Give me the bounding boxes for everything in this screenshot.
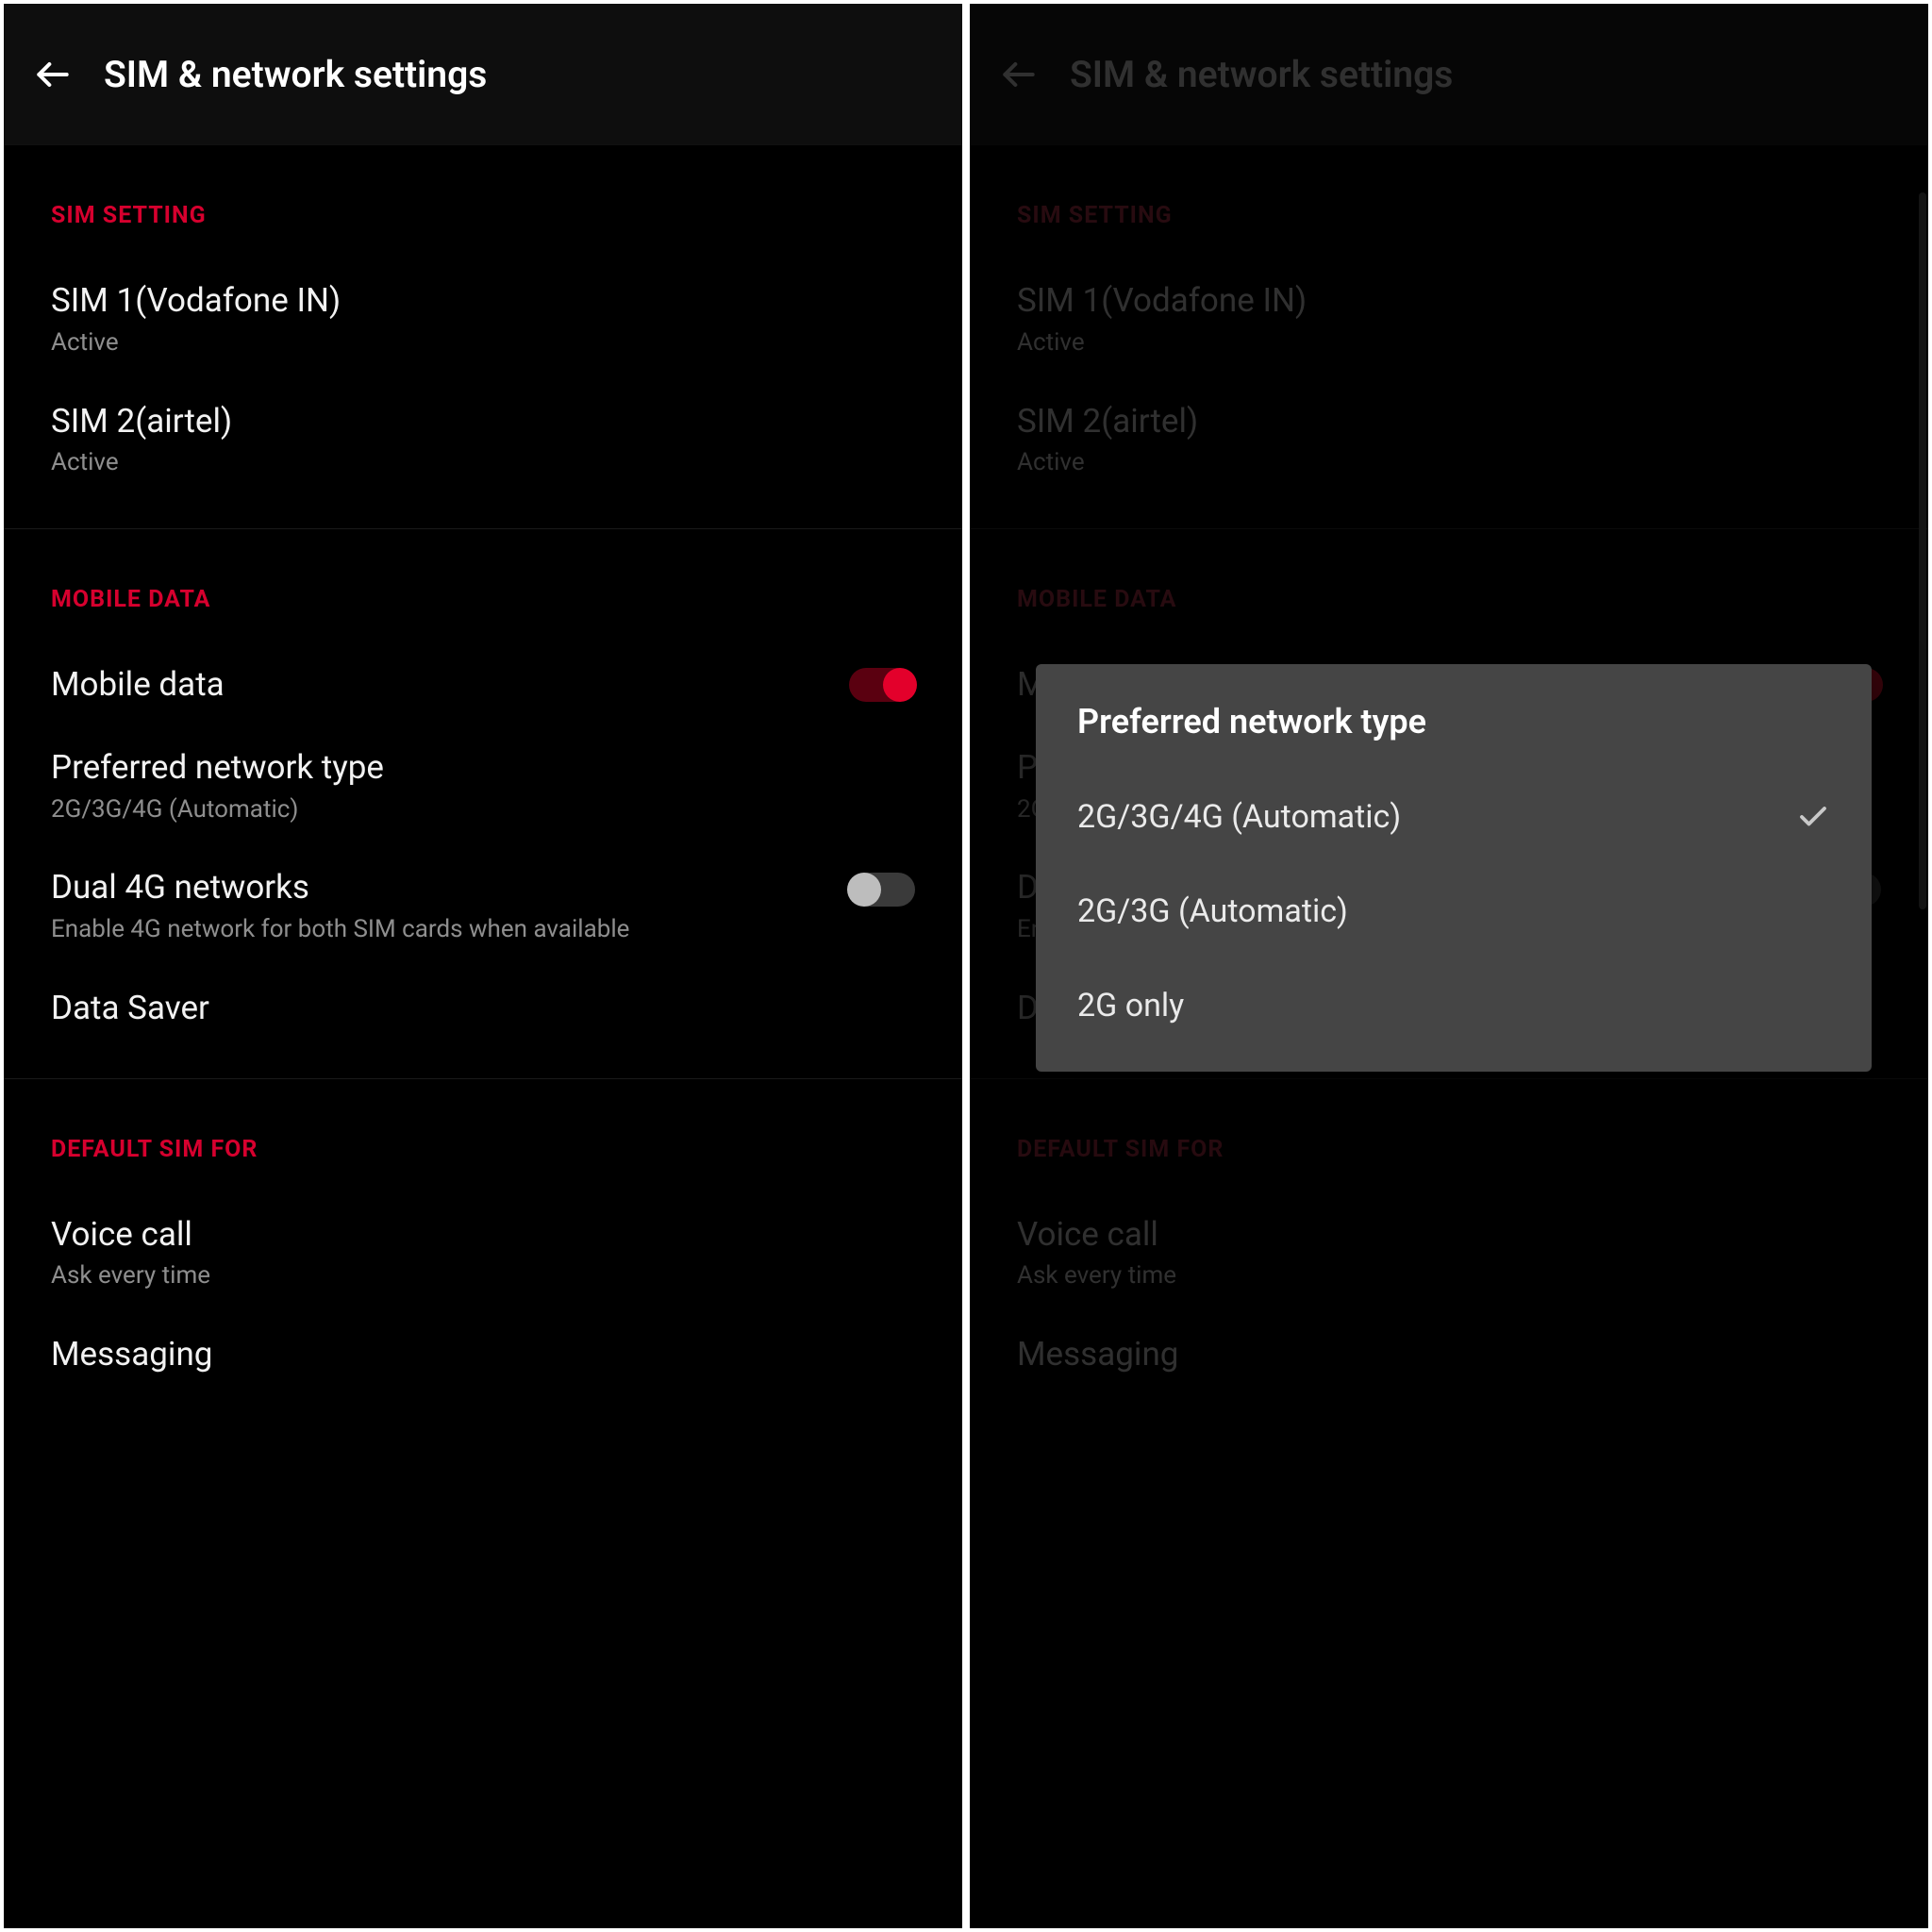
section-mobile-data: MOBILE DATA Mobile data Preferred networ… — [4, 529, 962, 1079]
back-icon[interactable] — [32, 54, 74, 95]
section-header-default: DEFAULT SIM FOR — [4, 1079, 962, 1193]
section-default-sim: DEFAULT SIM FOR Voice call Ask every tim… — [4, 1079, 962, 1396]
sim2-title: SIM 2(airtel) — [51, 401, 896, 442]
preferred-network-row[interactable]: Preferred network type 2G/3G/4G (Automat… — [4, 726, 962, 847]
section-header-sim: SIM SETTING — [4, 145, 962, 259]
voice-call-title: Voice call — [51, 1214, 896, 1256]
dual-4g-desc: Enable 4G network for both SIM cards whe… — [51, 914, 830, 946]
mobile-data-title: Mobile data — [51, 664, 830, 706]
dual-4g-row[interactable]: Dual 4G networks Enable 4G network for b… — [4, 846, 962, 967]
screen-left: SIM & network settings SIM SETTING SIM 1… — [0, 0, 966, 1932]
screen-right: SIM & network settings SIM SETTING SIM 1… — [966, 0, 1932, 1932]
dialog-option-label: 2G only — [1077, 987, 1184, 1024]
app-header: SIM & network settings — [4, 4, 962, 145]
sim1-row[interactable]: SIM 1(Vodafone IN) Active — [4, 259, 962, 380]
sim2-status: Active — [51, 447, 896, 479]
messaging-row[interactable]: Messaging — [4, 1313, 962, 1396]
data-saver-row[interactable]: Data Saver — [4, 967, 962, 1050]
dual-4g-toggle[interactable] — [849, 873, 915, 907]
preferred-network-title: Preferred network type — [51, 747, 896, 789]
data-saver-title: Data Saver — [51, 988, 896, 1029]
dialog-option-1[interactable]: 2G/3G (Automatic) — [1036, 864, 1872, 958]
mobile-data-toggle[interactable] — [849, 668, 915, 702]
dialog-title: Preferred network type — [1036, 702, 1872, 770]
messaging-title: Messaging — [51, 1334, 896, 1375]
voice-call-row[interactable]: Voice call Ask every time — [4, 1193, 962, 1314]
mobile-data-row[interactable]: Mobile data — [4, 643, 962, 726]
preferred-network-value: 2G/3G/4G (Automatic) — [51, 794, 896, 826]
dual-4g-title: Dual 4G networks — [51, 867, 830, 908]
sim1-title: SIM 1(Vodafone IN) — [51, 280, 896, 322]
dialog-option-2[interactable]: 2G only — [1036, 958, 1872, 1053]
section-header-mobile: MOBILE DATA — [4, 529, 962, 643]
dialog-option-0[interactable]: 2G/3G/4G (Automatic) — [1036, 770, 1872, 864]
sim2-row[interactable]: SIM 2(airtel) Active — [4, 380, 962, 501]
dialog-option-label: 2G/3G/4G (Automatic) — [1077, 798, 1401, 836]
check-icon — [1796, 800, 1830, 834]
section-sim: SIM SETTING SIM 1(Vodafone IN) Active SI… — [4, 145, 962, 529]
preferred-network-dialog: Preferred network type 2G/3G/4G (Automat… — [1036, 664, 1872, 1072]
page-title: SIM & network settings — [104, 53, 487, 96]
sim1-status: Active — [51, 327, 896, 359]
voice-call-value: Ask every time — [51, 1260, 896, 1292]
dialog-option-label: 2G/3G (Automatic) — [1077, 892, 1348, 930]
